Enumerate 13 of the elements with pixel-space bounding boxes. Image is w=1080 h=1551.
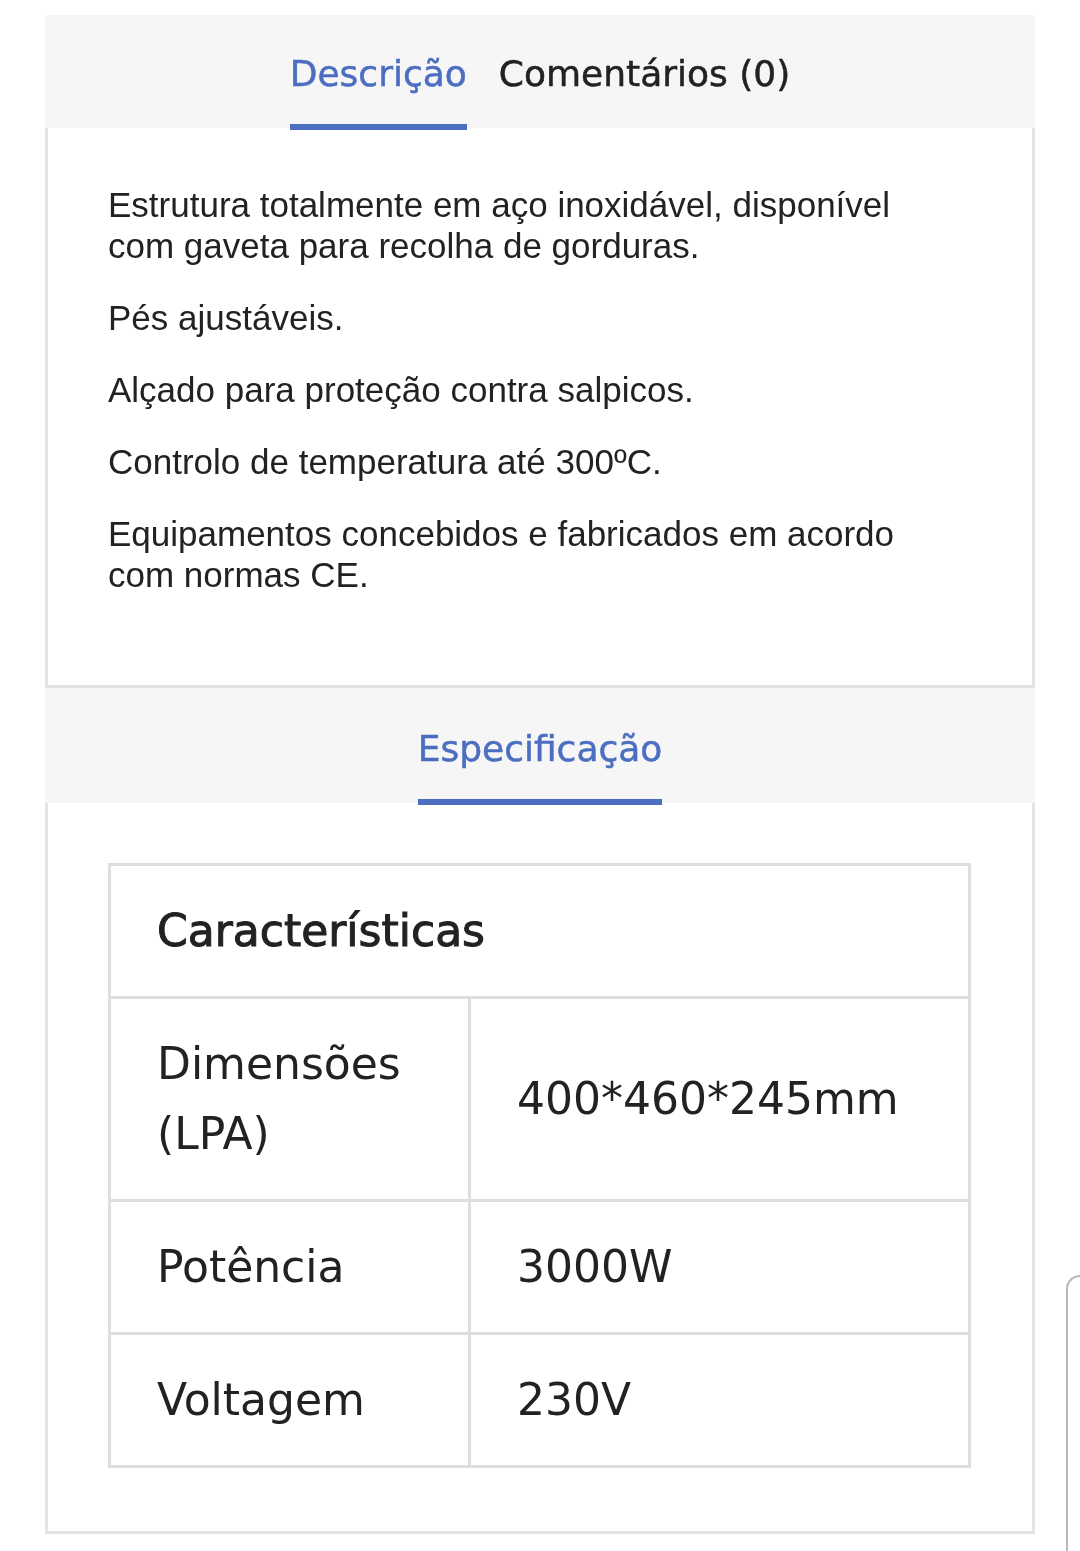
table-cell: 230V (469, 1333, 970, 1467)
description-paragraph: Alçado para proteção contra salpicos. (108, 369, 695, 410)
description-paragraph: Equipamentos concebidos e fabricados em acordo com normas CE. (108, 513, 896, 595)
table-cell: Voltagem (109, 1333, 470, 1467)
description-paragraph: Controlo de temperatura até 300ºC. (108, 441, 663, 482)
tab[interactable]: Comentários (0) (498, 52, 791, 130)
table-cell: 400*460*245mm (469, 997, 970, 1201)
table-cell: 3000W (469, 1200, 970, 1334)
table-cell: Dimensões (LPA) (109, 997, 470, 1201)
description-paragraph: Estrutura totalmente em aço inoxidável, disponível com gaveta para recolha de gorduras. (108, 184, 892, 266)
description-paragraph: Pés ajustáveis. (108, 297, 345, 338)
table-heading: Características (109, 864, 970, 998)
table-cell: Potência (109, 1200, 470, 1334)
